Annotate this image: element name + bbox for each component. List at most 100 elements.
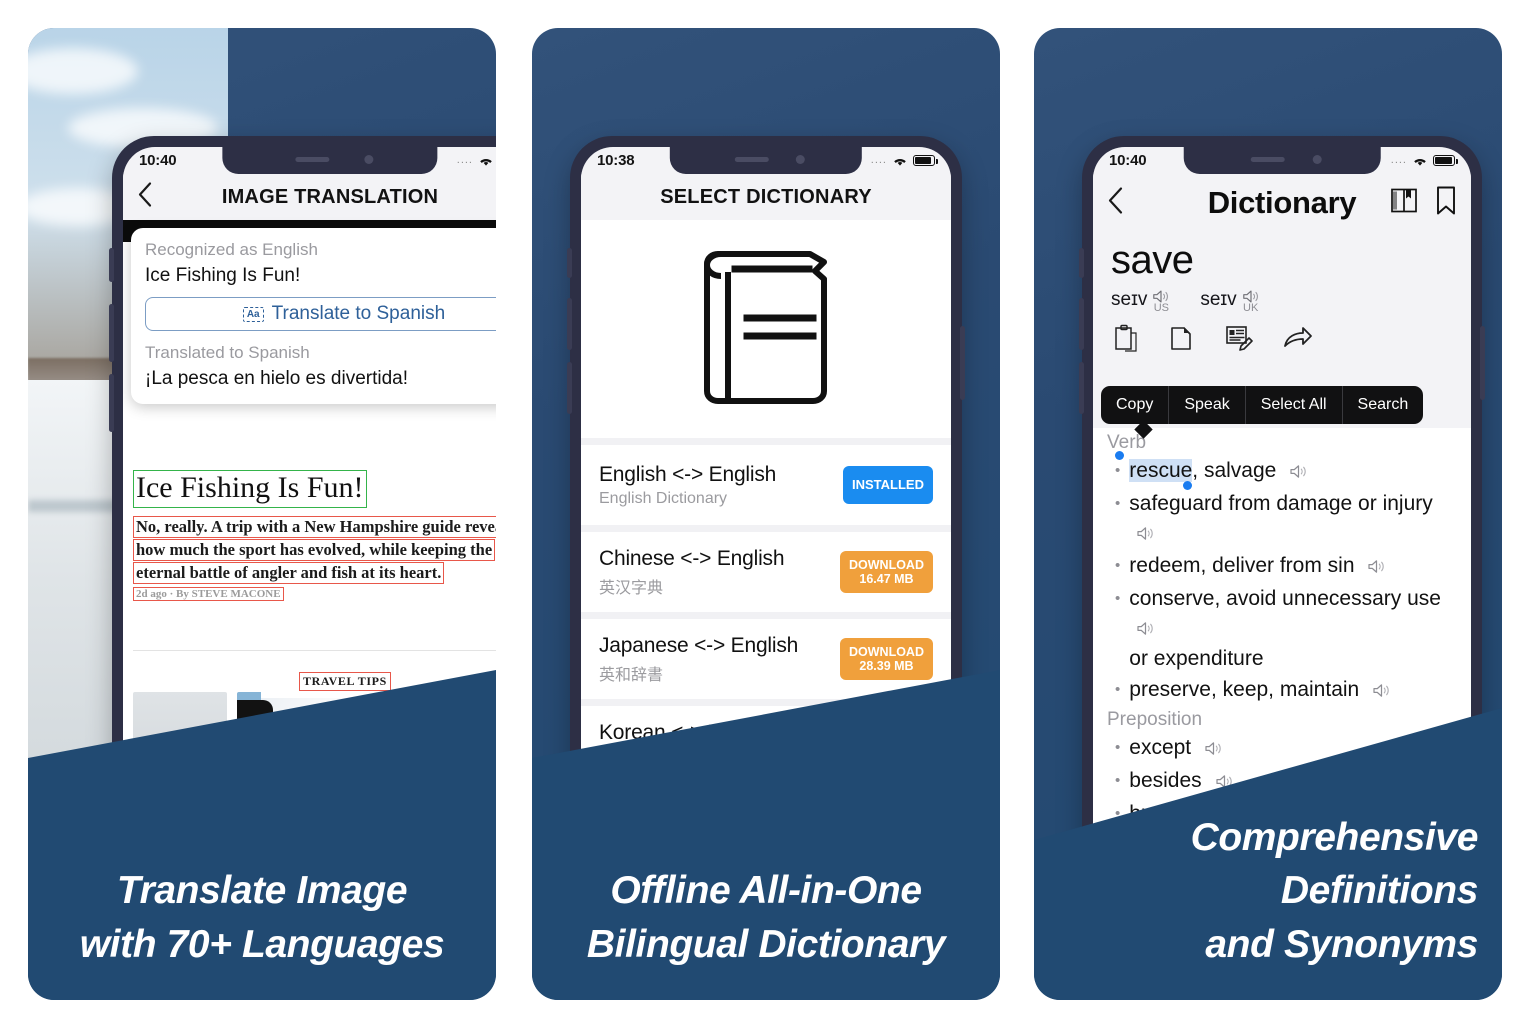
earpiece-speaker-icon bbox=[735, 157, 770, 162]
source-text: Ice Fishing Is Fun! bbox=[145, 264, 301, 286]
phone-notch bbox=[222, 147, 438, 174]
phone-volume-down-button[interactable] bbox=[109, 374, 114, 432]
speaker-icon[interactable] bbox=[1367, 553, 1386, 582]
copy-pages-icon[interactable] bbox=[1169, 324, 1195, 357]
ipa-text: seɪv bbox=[1111, 289, 1148, 310]
dictionary-row[interactable]: English <-> English English Dictionary I… bbox=[581, 445, 951, 525]
panel-caption-3: Comprehensive Definitions and Synonyms bbox=[1034, 811, 1502, 972]
phone-mute-switch[interactable] bbox=[1079, 248, 1084, 278]
caption-line: Comprehensive bbox=[1190, 815, 1479, 859]
dictionary-subtitle: English Dictionary bbox=[599, 489, 728, 507]
panel-caption-1: Translate Image with 70+ Languages bbox=[28, 864, 496, 972]
article-line: how much the sport has evolved, while ke… bbox=[133, 539, 496, 561]
selected-text: rescue bbox=[1129, 459, 1193, 482]
article-byline-box: 2d ago · By STEVE MACONE bbox=[133, 587, 284, 601]
caption-line: Comprehensive Definitions and Synonyms bbox=[1058, 811, 1479, 972]
dictionary-info: Chinese <-> English 英汉字典 bbox=[599, 546, 785, 598]
translated-text: ¡La pesca en hielo es divertida! bbox=[145, 367, 408, 389]
definition-text: safeguard from damage or injury bbox=[1129, 489, 1457, 549]
phone-volume-down-button[interactable] bbox=[1079, 362, 1084, 414]
panel-select-dictionary: 10:38 .... SELECT DICTIONARY English <->… bbox=[532, 28, 1000, 1000]
phone-notch bbox=[1183, 147, 1381, 174]
wifi-icon bbox=[478, 155, 494, 167]
panel-image-translation: 10:40 .... IMAGE TRANSLATION Recognized … bbox=[28, 28, 496, 1000]
cellular-dots-icon: .... bbox=[456, 154, 473, 166]
dictionary-name: Chinese <-> English bbox=[599, 546, 785, 570]
speaker-icon[interactable]: UK bbox=[1242, 289, 1260, 314]
pronunciation-uk[interactable]: seɪv UK bbox=[1200, 289, 1259, 314]
phone-volume-up-button[interactable] bbox=[567, 298, 572, 350]
phone-volume-down-button[interactable] bbox=[567, 362, 572, 414]
book-icon bbox=[691, 242, 841, 417]
content-divider bbox=[133, 650, 496, 651]
app-store-screenshot-set: 10:40 .... IMAGE TRANSLATION Recognized … bbox=[0, 0, 1518, 1028]
bullet-icon: • bbox=[1115, 557, 1121, 574]
page-title: Dictionary bbox=[1207, 185, 1357, 220]
phone-volume-up-button[interactable] bbox=[1079, 298, 1084, 350]
phone-volume-up-button[interactable] bbox=[109, 304, 114, 362]
dictionary-row[interactable]: Chinese <-> English 英汉字典 DOWNLOAD 16.47 … bbox=[581, 532, 951, 612]
translation-result-card: Recognized as English Ice Fishing Is Fun… bbox=[131, 228, 496, 404]
status-clock: 10:40 bbox=[1109, 152, 1147, 169]
definition-text: conserve, avoid unnecessary use or expen… bbox=[1129, 587, 1441, 670]
phone-mute-switch[interactable] bbox=[109, 248, 114, 282]
earpiece-speaker-icon bbox=[295, 157, 330, 162]
page-title: SELECT DICTIONARY bbox=[660, 185, 872, 208]
caption-line: Translate Image with 70+ Languages bbox=[46, 864, 478, 972]
pronunciation-us[interactable]: seɪv US bbox=[1111, 289, 1170, 314]
source-text-row: Ice Fishing Is Fun! bbox=[145, 264, 496, 287]
bookmark-icon[interactable] bbox=[1435, 186, 1457, 221]
bullet-icon: • bbox=[1115, 495, 1121, 512]
translate-to-spanish-button[interactable]: Aa Translate to Spanish bbox=[145, 297, 496, 331]
bullet-icon: • bbox=[1115, 462, 1121, 479]
country-code: US bbox=[1153, 302, 1169, 314]
open-book-icon[interactable] bbox=[1389, 186, 1419, 221]
battery-icon bbox=[1433, 155, 1458, 166]
caption-line: Bilingual Dictionary bbox=[586, 923, 946, 967]
article-paragraph-boxes: No, really. A trip with a New Hampshire … bbox=[133, 516, 496, 584]
back-button[interactable] bbox=[137, 182, 153, 213]
front-camera-icon bbox=[1312, 155, 1322, 164]
download-label: DOWNLOAD bbox=[849, 557, 924, 572]
speaker-icon[interactable] bbox=[1289, 458, 1308, 487]
dictionary-subtitle: 英汉字典 bbox=[599, 579, 664, 597]
selection-handle-end[interactable] bbox=[1183, 481, 1192, 490]
context-menu-select-all[interactable]: Select All bbox=[1244, 386, 1342, 424]
detected-article-text: Ice Fishing Is Fun! No, really. A trip w… bbox=[133, 470, 496, 601]
phone-power-button[interactable] bbox=[1480, 326, 1485, 400]
caption-line: and Synonyms bbox=[1205, 923, 1478, 967]
recognized-language-label: Recognized as English bbox=[145, 240, 318, 259]
cellular-dots-icon: .... bbox=[870, 154, 887, 166]
context-menu-speak[interactable]: Speak bbox=[1168, 386, 1244, 424]
definition-item[interactable]: • rescue, salvage bbox=[1093, 451, 1471, 490]
speaker-icon[interactable] bbox=[1136, 615, 1155, 644]
context-menu-search[interactable]: Search bbox=[1341, 386, 1424, 424]
definition-item[interactable]: • safeguard from damage or injury bbox=[1093, 488, 1471, 550]
selection-handle-start[interactable] bbox=[1115, 451, 1124, 460]
phone-mute-switch[interactable] bbox=[567, 248, 572, 278]
context-menu-copy[interactable]: Copy bbox=[1101, 386, 1168, 424]
status-clock: 10:40 bbox=[139, 152, 177, 169]
country-code: UK bbox=[1243, 302, 1259, 314]
wifi-icon bbox=[1412, 155, 1428, 167]
clipboard-icon[interactable] bbox=[1113, 324, 1139, 357]
speaker-icon[interactable]: US bbox=[1152, 289, 1170, 314]
part-of-speech: Verb bbox=[1107, 432, 1147, 453]
earpiece-speaker-icon bbox=[1250, 157, 1285, 162]
share-icon[interactable] bbox=[1283, 325, 1313, 356]
phone-power-button[interactable] bbox=[960, 326, 965, 400]
nav-bar-select-dictionary: SELECT DICTIONARY bbox=[581, 174, 951, 220]
battery-icon bbox=[913, 155, 938, 166]
definition-item[interactable]: • redeem, deliver from sin bbox=[1093, 550, 1471, 583]
translate-button-label: Translate to Spanish bbox=[271, 303, 446, 324]
download-button[interactable]: DOWNLOAD 16.47 MB bbox=[840, 550, 933, 594]
speaker-icon[interactable] bbox=[1136, 520, 1155, 549]
text-selection-context-menu: Copy Speak Select All Search bbox=[1101, 386, 1424, 424]
definition-item[interactable]: • conserve, avoid unnecessary use or exp… bbox=[1093, 583, 1471, 674]
back-button[interactable] bbox=[1107, 187, 1124, 220]
definition-rest: , salvage bbox=[1192, 459, 1277, 482]
note-edit-icon[interactable] bbox=[1225, 324, 1253, 357]
dictionary-name: English <-> English bbox=[599, 462, 777, 486]
headword: save bbox=[1111, 238, 1194, 282]
installed-badge[interactable]: INSTALLED bbox=[843, 465, 933, 505]
